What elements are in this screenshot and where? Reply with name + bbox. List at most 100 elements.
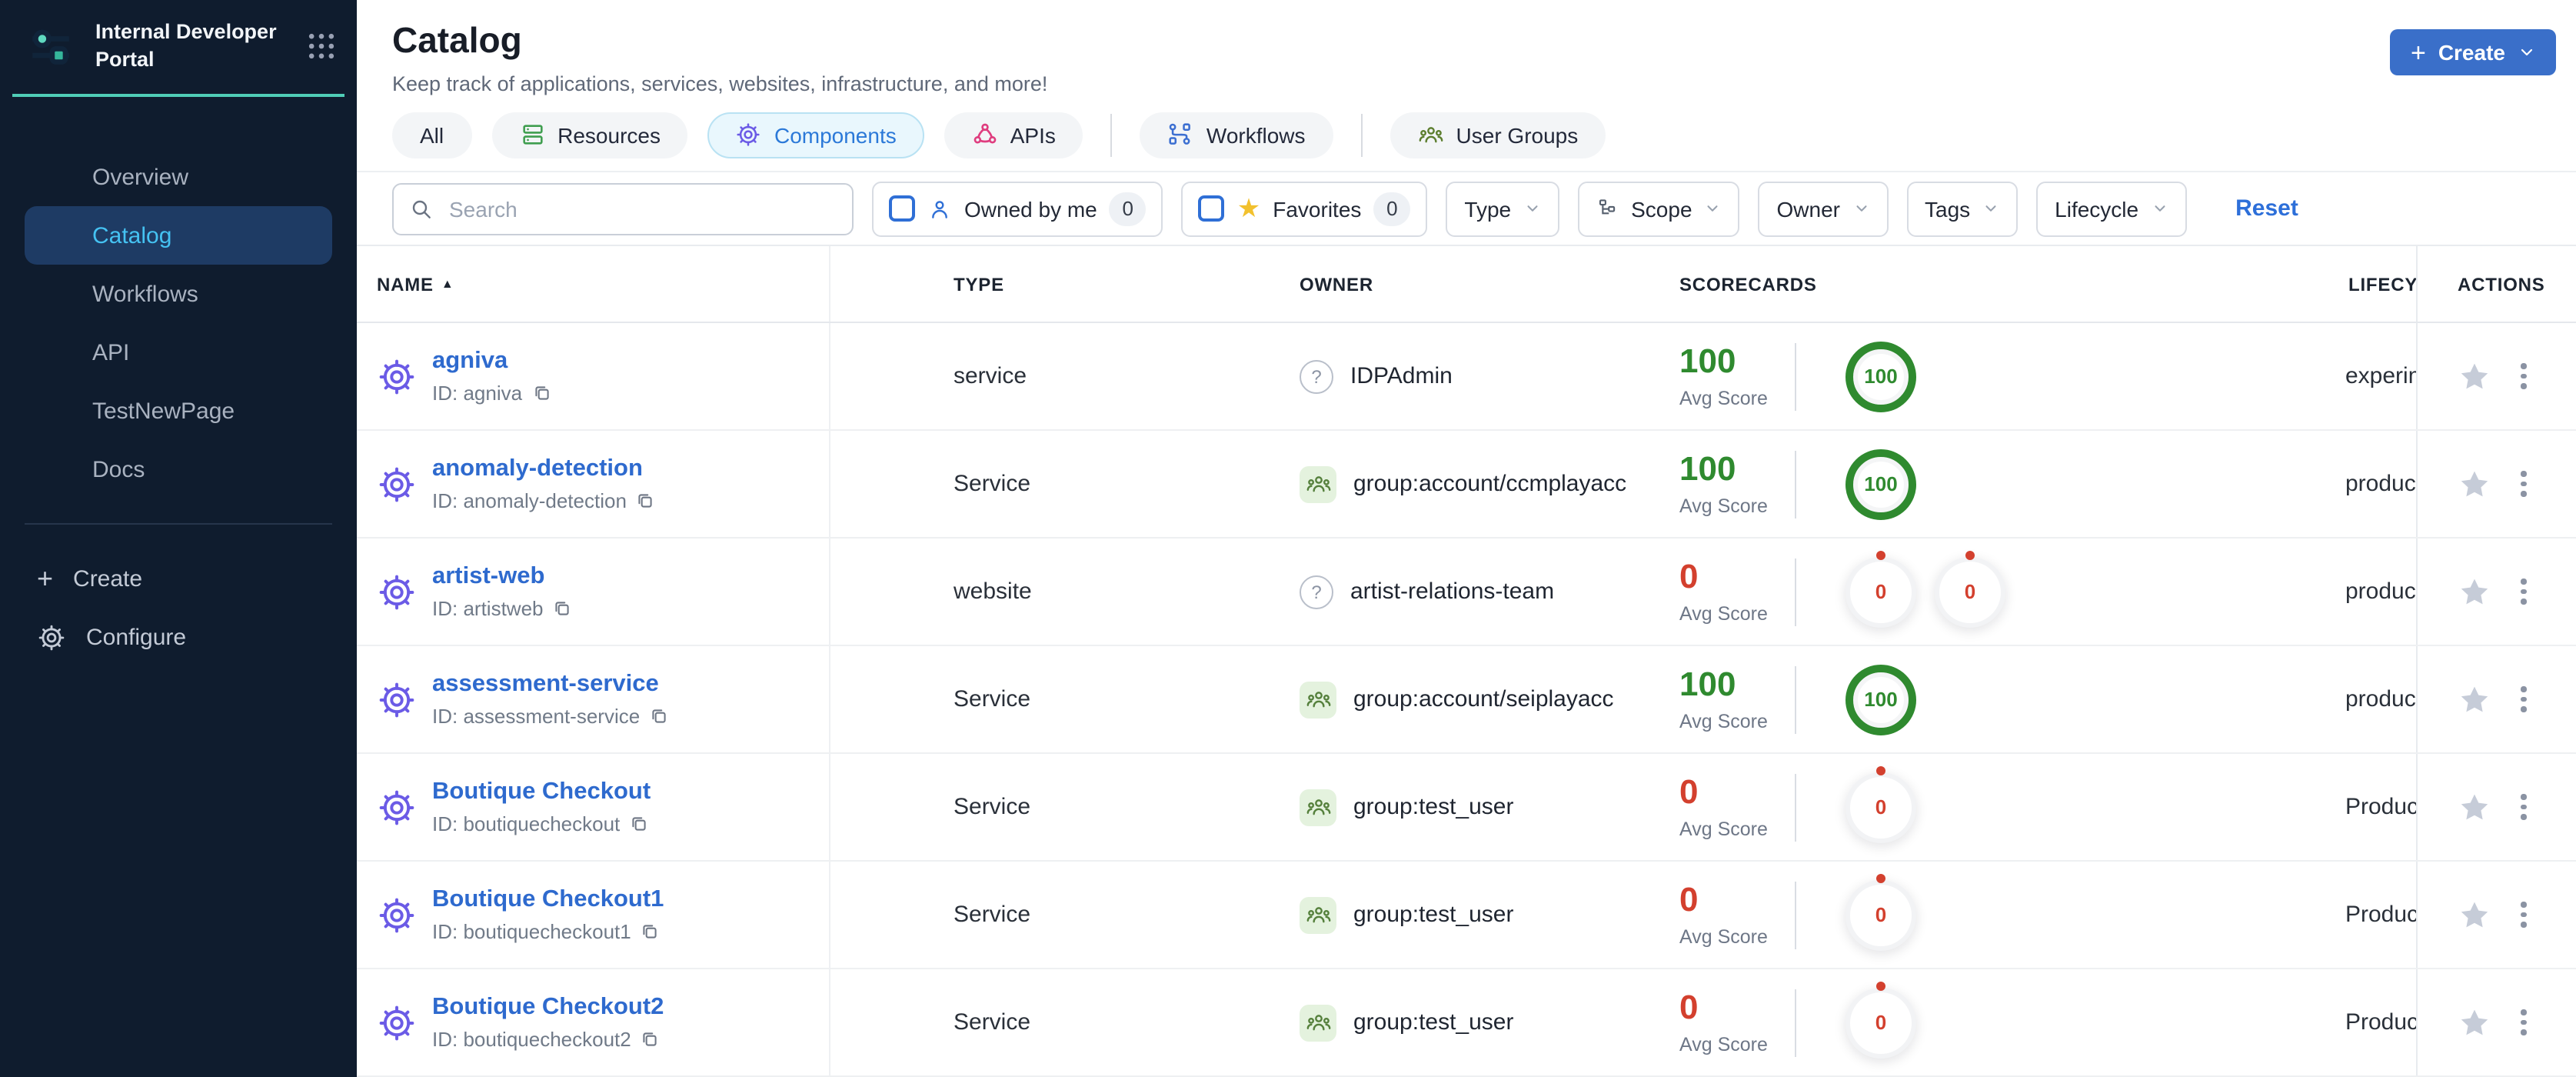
type-value: Service [954,1009,1031,1035]
tab-user-groups[interactable]: User Groups [1390,112,1606,158]
lifecycle-cell: Production [2345,1009,2416,1035]
column-header-name[interactable]: NAME ▲ [357,246,830,322]
kebab-menu-icon[interactable] [2516,467,2531,502]
copy-icon[interactable] [629,814,649,834]
owner-cell: group:account/seiplayacc [1177,681,1649,718]
scorecard-rings: 0 [1845,987,1916,1058]
sidebar-item-api[interactable]: API [0,323,357,382]
name-cell: assessment-service ID: assessment-servic… [357,646,830,752]
sidebar-item-catalog[interactable]: Catalog [25,206,332,265]
sidebar-item-overview[interactable]: Overview [0,148,357,206]
tab-resources[interactable]: Resources [491,112,688,158]
component-id: ID: boutiquecheckout [432,812,621,835]
sidebar-configure-button[interactable]: Configure [0,608,357,666]
kebab-menu-icon[interactable] [2516,1005,2531,1040]
app-grid-icon[interactable] [305,29,338,63]
favorite-star-icon[interactable] [2458,1005,2491,1039]
kebab-menu-icon[interactable] [2516,682,2531,717]
sidebar-accent-rule [12,94,344,97]
tab-components[interactable]: Components [707,112,924,158]
component-name-link[interactable]: artist-web [432,563,573,591]
lifecycle-dropdown[interactable]: Lifecycle [2036,181,2187,236]
search-input[interactable] [446,195,837,222]
kebab-menu-icon[interactable] [2516,790,2531,825]
owner-dropdown[interactable]: Owner [1758,181,1888,236]
portal-logo-icon [22,17,80,75]
favorite-star-icon[interactable] [2458,682,2491,716]
component-name-link[interactable]: assessment-service [432,671,669,699]
favorite-star-icon[interactable] [2458,898,2491,932]
favorite-star-icon[interactable] [2458,790,2491,824]
tags-dropdown[interactable]: Tags [1906,181,2019,236]
component-name-link[interactable]: anomaly-detection [432,455,656,483]
reset-filters-link[interactable]: Reset [2235,195,2298,222]
favorite-star-icon[interactable] [2458,359,2491,393]
chevron-down-icon [1705,200,1722,217]
copy-icon[interactable] [649,706,669,726]
scorecard-ring[interactable]: 0 [1845,772,1916,842]
kebab-menu-icon[interactable] [2516,575,2531,609]
component-id: ID: assessment-service [432,705,641,728]
type-cell: Service [830,794,1177,820]
copy-icon[interactable] [553,599,573,619]
copy-icon[interactable] [531,383,551,403]
sidebar-logo[interactable]: Internal Developer Portal [0,0,357,91]
component-name-link[interactable]: Boutique Checkout1 [432,886,664,914]
sidebar-create-button[interactable]: + Create [0,549,357,608]
owned-by-me-checkbox[interactable] [889,195,915,222]
scorecard-ring[interactable]: 100 [1845,341,1916,412]
component-name-link[interactable]: Boutique Checkout2 [432,994,664,1022]
favorites-checkbox[interactable] [1198,195,1225,222]
components-gear-icon [736,122,762,148]
kebab-menu-icon[interactable] [2516,359,2531,394]
sort-ascending-icon: ▲ [441,277,454,291]
lifecycle-cell: production [2345,686,2416,712]
sidebar-item-workflows[interactable]: Workflows [0,265,357,323]
type-cell: Service [830,471,1177,497]
actions-cell [2416,862,2576,968]
scorecard-rings: 0 [1845,772,1916,842]
scope-dropdown[interactable]: Scope [1577,181,1740,236]
kebab-menu-icon[interactable] [2516,898,2531,932]
copy-icon[interactable] [641,1029,661,1049]
tab-workflows[interactable]: Workflows [1140,112,1333,158]
copy-icon[interactable] [641,922,661,942]
owner-value: group:test_user [1353,1009,1514,1035]
actions-cell [2416,431,2576,537]
scorecards-cell: 0 Avg Score 0 [1649,879,2345,950]
name-cell: Boutique Checkout ID: boutiquecheckout [357,754,830,860]
entity-tabs: All Resources Components APIs Workflows [357,98,2576,172]
favorite-star-icon[interactable] [2458,575,2491,609]
app-window: Internal Developer Portal Overview Catal… [0,0,2576,1077]
lifecycle-value: Production [2345,794,2416,820]
copy-icon[interactable] [636,491,656,511]
sidebar-item-docs[interactable]: Docs [0,440,357,498]
tab-apis[interactable]: APIs [944,112,1083,158]
search-box [392,182,854,235]
favorite-star-icon[interactable] [2458,467,2491,501]
type-dropdown[interactable]: Type [1446,181,1559,236]
name-cell: agniva ID: agniva [357,323,830,429]
tab-all[interactable]: All [392,112,472,158]
table-row: agniva ID: agniva service ? IDPAdmin 100… [357,323,2576,431]
catalog-table: NAME ▲ TYPE OWNER SCORECARDS LIFECYCLE A… [357,246,2576,1077]
owner-cell: ? IDPAdmin [1177,359,1649,393]
lifecycle-value: production [2345,686,2416,712]
users-icon [1305,794,1331,820]
scorecard-rings: 100 [1845,664,1916,735]
component-name-link[interactable]: Boutique Checkout [432,779,651,806]
scorecard-ring[interactable]: 0 [1845,556,1916,627]
scorecard-ring[interactable]: 0 [1935,556,2005,627]
create-button[interactable]: + Create [2390,29,2556,75]
scorecard-ring[interactable]: 0 [1845,879,1916,950]
component-gear-icon [377,464,417,504]
avg-score-label: Avg Score [1679,495,1768,518]
scorecard-ring[interactable]: 100 [1845,448,1916,519]
avg-score-label: Avg Score [1679,819,1768,841]
component-name-link[interactable]: agniva [432,348,551,375]
scorecard-ring[interactable]: 100 [1845,664,1916,735]
avg-score-value: 100 [1679,448,1736,488]
scorecard-ring[interactable]: 0 [1845,987,1916,1058]
chevron-down-icon [1852,200,1869,217]
sidebar-item-testnewpage[interactable]: TestNewPage [0,382,357,440]
